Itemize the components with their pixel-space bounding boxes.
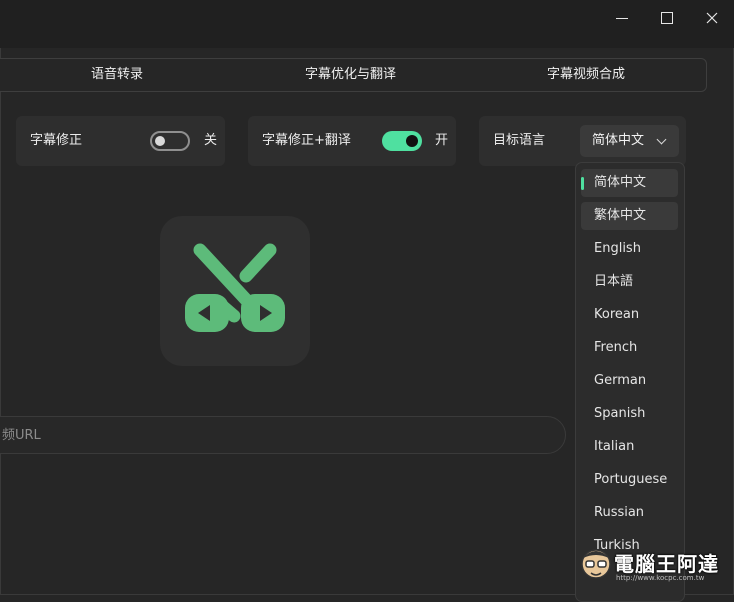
video-url-placeholder: 频URL bbox=[2, 428, 41, 443]
toggle-knob bbox=[406, 135, 418, 147]
target-language-label: 目标语言 bbox=[493, 133, 546, 148]
language-option-french[interactable]: French bbox=[581, 334, 678, 362]
language-option-traditional-chinese[interactable]: 繁体中文 bbox=[581, 202, 678, 230]
maximize-icon bbox=[661, 12, 673, 24]
language-option-label: 简体中文 bbox=[594, 175, 647, 190]
toggle-knob bbox=[155, 136, 165, 146]
correction-translate-card: 字幕修正+翻译 开 bbox=[248, 116, 456, 166]
language-option-korean[interactable]: Korean bbox=[581, 301, 678, 329]
subtitle-correction-card: 字幕修正 关 bbox=[16, 116, 225, 166]
language-option-label: Italian bbox=[594, 439, 635, 454]
language-option-label: English bbox=[594, 241, 641, 256]
tab-subtitle-video-synthesis[interactable]: 字幕视频合成 bbox=[547, 59, 625, 91]
subtitle-correction-state: 关 bbox=[204, 133, 218, 148]
mascot-icon bbox=[581, 549, 611, 579]
tab-bar: 语音转录 字幕优化与翻译 字幕视频合成 bbox=[0, 58, 707, 92]
language-option-portuguese[interactable]: Portuguese bbox=[581, 466, 678, 494]
language-option-russian[interactable]: Russian bbox=[581, 499, 678, 527]
selected-indicator bbox=[581, 177, 584, 190]
target-language-select[interactable]: 简体中文 bbox=[580, 125, 679, 157]
minimize-icon bbox=[616, 17, 628, 19]
correction-translate-label: 字幕修正+翻译 bbox=[262, 133, 351, 148]
language-option-label: French bbox=[594, 340, 638, 355]
target-language-card: 目标语言 简体中文 bbox=[479, 116, 686, 166]
subtitle-correction-toggle[interactable] bbox=[150, 131, 190, 151]
language-option-label: 繁体中文 bbox=[594, 208, 647, 223]
close-icon bbox=[706, 12, 718, 24]
watermark-url: http://www.kocpc.com.tw bbox=[616, 574, 705, 582]
language-option-german[interactable]: German bbox=[581, 367, 678, 395]
minimize-button[interactable] bbox=[602, 8, 642, 28]
language-option-label: 日本語 bbox=[594, 274, 634, 289]
language-option-label: Russian bbox=[594, 505, 645, 520]
language-option-english[interactable]: English bbox=[581, 235, 678, 263]
language-option-simplified-chinese[interactable]: 简体中文 bbox=[581, 169, 678, 197]
video-url-input[interactable]: 频URL bbox=[0, 416, 566, 454]
language-option-spanish[interactable]: Spanish bbox=[581, 400, 678, 428]
language-option-label: German bbox=[594, 373, 647, 388]
correction-translate-toggle[interactable] bbox=[382, 131, 422, 151]
scissors-logo bbox=[160, 216, 310, 366]
correction-translate-state: 开 bbox=[435, 133, 449, 148]
watermark-text: 電腦王阿達 bbox=[614, 552, 719, 576]
target-language-dropdown: 简体中文 繁体中文 English 日本語 Korean French Germ… bbox=[575, 162, 685, 602]
watermark: 電腦王阿達 http://www.kocpc.com.tw bbox=[578, 542, 728, 588]
language-option-italian[interactable]: Italian bbox=[581, 433, 678, 461]
target-language-value: 简体中文 bbox=[592, 133, 645, 148]
maximize-button[interactable] bbox=[647, 8, 687, 28]
language-option-label: Portuguese bbox=[594, 472, 668, 487]
title-bar bbox=[0, 0, 734, 48]
subtitle-correction-label: 字幕修正 bbox=[30, 133, 83, 148]
language-option-label: Spanish bbox=[594, 406, 646, 421]
language-option-japanese[interactable]: 日本語 bbox=[581, 268, 678, 296]
tab-speech-transcription[interactable]: 语音转录 bbox=[91, 59, 143, 91]
close-button[interactable] bbox=[692, 8, 732, 28]
language-option-label: Korean bbox=[594, 307, 640, 322]
scissors-icon bbox=[185, 243, 285, 332]
chevron-down-icon bbox=[656, 134, 667, 145]
tab-subtitle-optimize-translate[interactable]: 字幕优化与翻译 bbox=[305, 59, 396, 91]
